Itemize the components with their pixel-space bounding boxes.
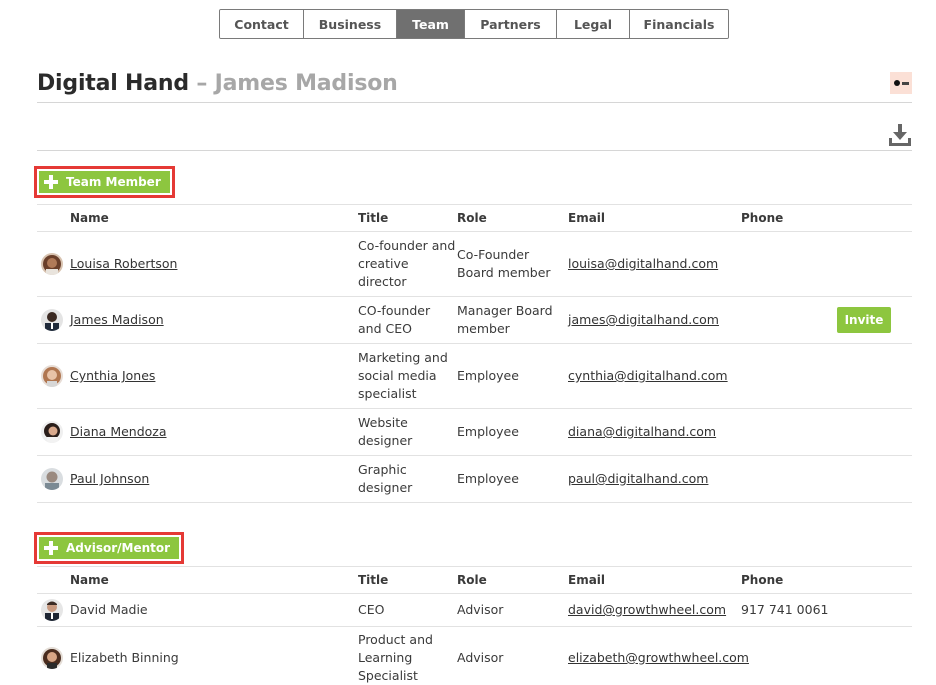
col-email: Email [568, 573, 606, 587]
title-separator: – [188, 71, 215, 96]
col-email: Email [568, 211, 606, 225]
add-team-member-button[interactable]: Team Member [34, 166, 175, 198]
member-title: Co-founder and creative director [358, 238, 456, 289]
toolbar-divider [37, 150, 912, 151]
add-team-member-label: Team Member [66, 175, 161, 189]
member-email-link[interactable]: james@digitalhand.com [568, 311, 719, 329]
team-table: Name Title Role Email Phone Louisa Rober… [37, 204, 912, 503]
avatar [41, 365, 63, 387]
add-advisor-label: Advisor/Mentor [66, 541, 171, 555]
member-role: Employee [457, 471, 519, 486]
section-tabs: Contact Business Team Partners Legal Fin… [219, 9, 729, 39]
col-name: Name [70, 573, 109, 587]
advisor-name: Elizabeth Binning [70, 650, 179, 665]
member-title: Graphic designer [358, 462, 413, 495]
tab-partners[interactable]: Partners [465, 10, 557, 38]
avatar [41, 253, 63, 275]
plus-icon [44, 541, 58, 555]
advisor-name: David Madie [70, 602, 148, 617]
company-name: Digital Hand [37, 71, 189, 96]
tab-business[interactable]: Business [304, 10, 397, 38]
table-row: Diana Mendoza Website designer Employee … [37, 409, 912, 456]
member-name-link[interactable]: Louisa Robertson [70, 255, 177, 273]
col-phone: Phone [741, 211, 784, 225]
table-row: James Madison CO-founder and CEO Manager… [37, 297, 912, 344]
table-header: Name Title Role Email Phone [37, 204, 912, 232]
avatar [41, 309, 63, 331]
col-phone: Phone [741, 573, 784, 587]
advisor-title: Product and Learning Specialist [358, 632, 433, 683]
member-title: Website designer [358, 415, 413, 448]
avatar [41, 599, 63, 621]
table-row: Paul Johnson Graphic designer Employee p… [37, 456, 912, 503]
table-row: Elizabeth Binning Product and Learning S… [37, 627, 912, 685]
member-name-link[interactable]: James Madison [70, 311, 164, 329]
member-name-link[interactable]: Diana Mendoza [70, 423, 167, 441]
add-advisor-button[interactable]: Advisor/Mentor [34, 532, 185, 564]
member-role: Employee [457, 424, 519, 439]
advisor-email-link[interactable]: david@growthwheel.com [568, 601, 726, 619]
invite-button[interactable]: Invite [837, 307, 891, 333]
tab-legal[interactable]: Legal [557, 10, 630, 38]
member-name-link[interactable]: Paul Johnson [70, 470, 149, 488]
member-email-link[interactable]: paul@digitalhand.com [568, 470, 708, 488]
company-logo [890, 72, 912, 94]
member-title: CO-founder and CEO [358, 303, 431, 336]
advisor-table: Name Title Role Email Phone David Madie … [37, 566, 912, 685]
tab-team[interactable]: Team [397, 10, 465, 38]
table-row: Cynthia Jones Marketing and social media… [37, 344, 912, 409]
col-title: Title [358, 211, 389, 225]
table-row: Louisa Robertson Co-founder and creative… [37, 232, 912, 297]
avatar [41, 468, 63, 490]
member-email-link[interactable]: louisa@digitalhand.com [568, 255, 718, 273]
page-title: Digital Hand – James Madison [37, 71, 398, 96]
advisor-role: Advisor [457, 650, 504, 665]
col-title: Title [358, 573, 389, 587]
member-email-link[interactable]: diana@digitalhand.com [568, 423, 716, 441]
col-role: Role [457, 211, 487, 225]
advisor-phone: 917 741 0061 [741, 602, 829, 617]
download-icon[interactable] [888, 123, 912, 147]
member-role: Co-Founder Board member [457, 247, 551, 280]
avatar [41, 647, 63, 669]
advisor-email-link[interactable]: elizabeth@growthwheel.com [568, 649, 749, 667]
plus-icon [44, 175, 58, 189]
advisor-title: CEO [358, 602, 385, 617]
avatar [41, 421, 63, 443]
tab-contact[interactable]: Contact [220, 10, 304, 38]
table-row: David Madie CEO Advisor david@growthwhee… [37, 594, 912, 627]
member-name-link[interactable]: Cynthia Jones [70, 367, 155, 385]
member-role: Manager Board member [457, 303, 553, 336]
person-name: James Madison [214, 71, 398, 96]
tab-financials[interactable]: Financials [630, 10, 728, 38]
col-role: Role [457, 573, 487, 587]
member-email-link[interactable]: cynthia@digitalhand.com [568, 367, 728, 385]
advisor-role: Advisor [457, 602, 504, 617]
header-divider [37, 102, 912, 103]
member-title: Marketing and social media specialist [358, 350, 448, 401]
table-header: Name Title Role Email Phone [37, 566, 912, 594]
member-role: Employee [457, 368, 519, 383]
col-name: Name [70, 211, 109, 225]
